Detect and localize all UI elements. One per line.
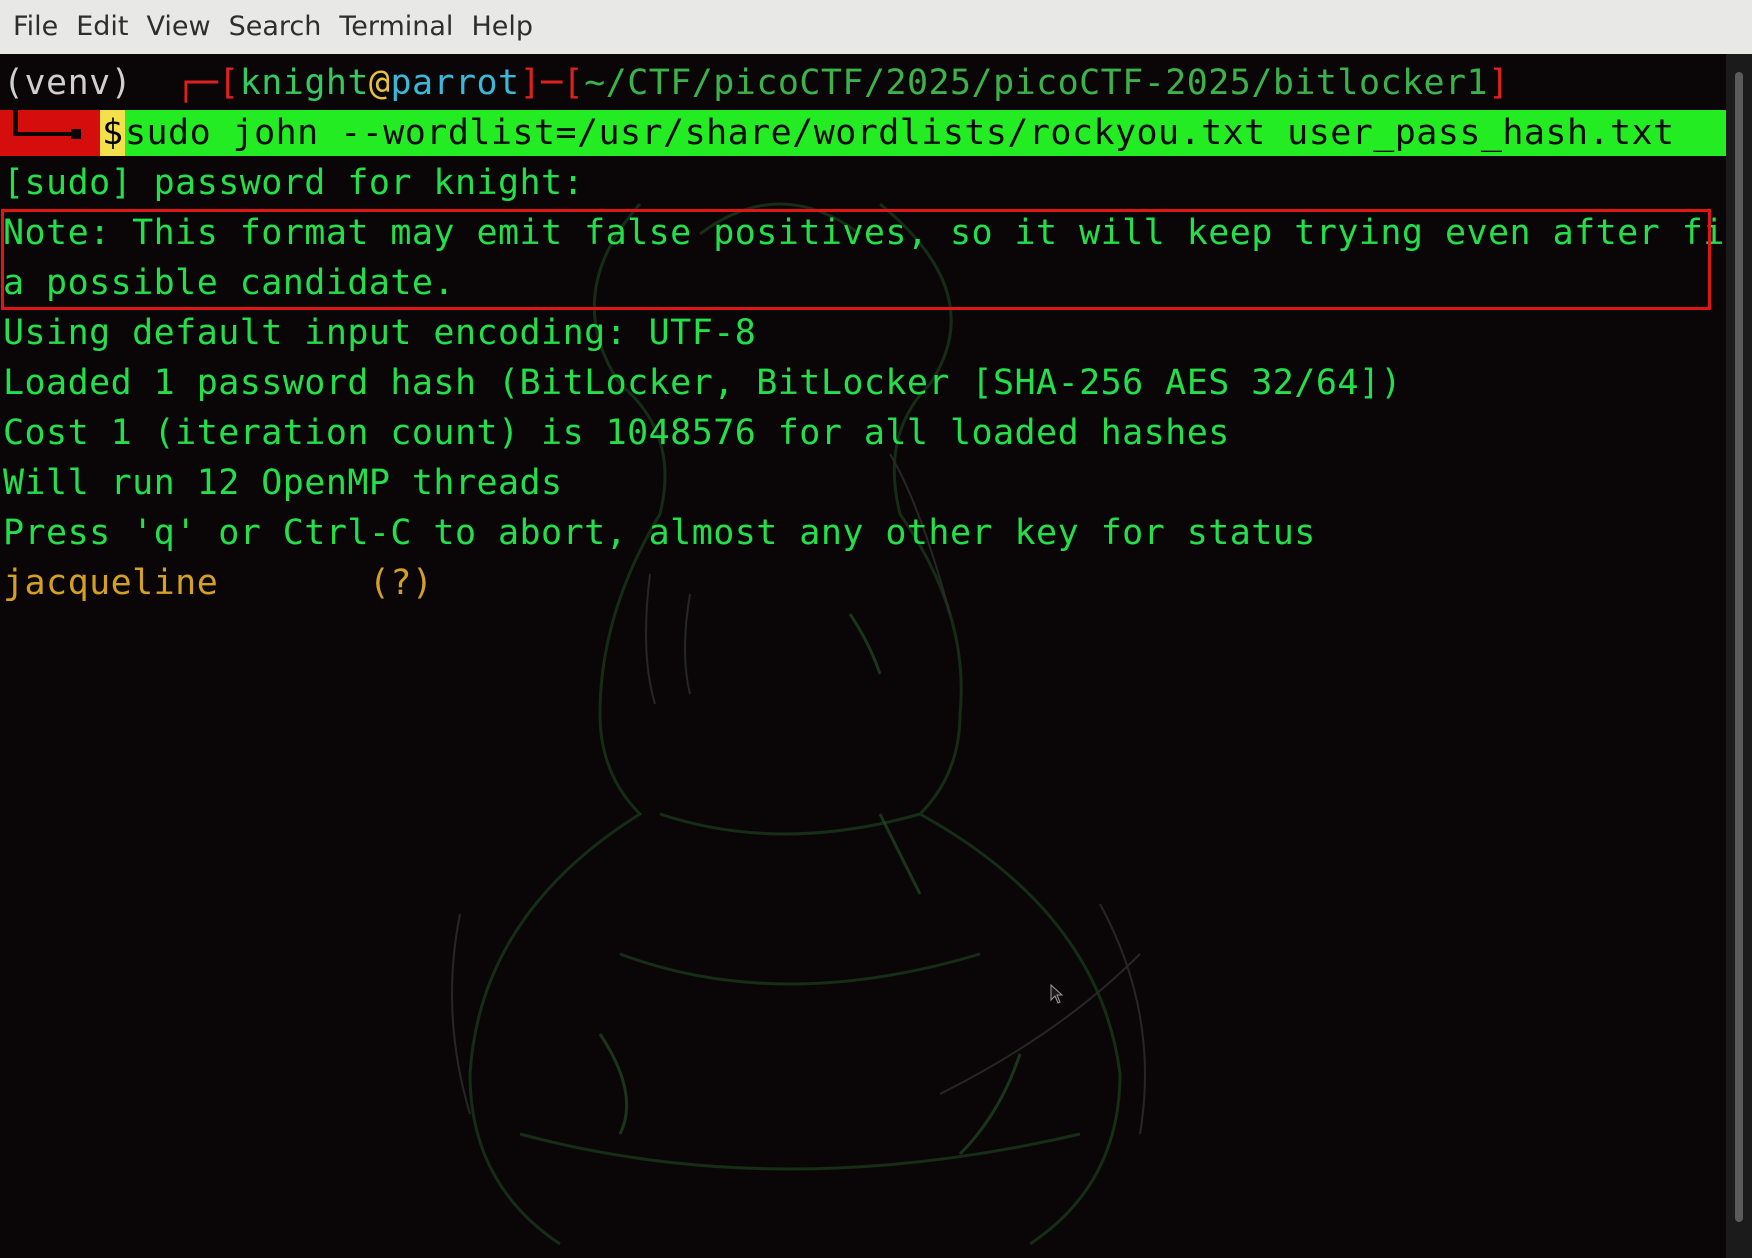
prompt-separator: ]─[ [519, 63, 585, 103]
menu-search[interactable]: Search [220, 0, 331, 54]
prompt-close-bracket: ] [1488, 63, 1510, 103]
terminal-output: (venv) ┌─[knight@parrot]─[~/CTF/picoCTF/… [0, 58, 1726, 608]
prompt-at: @ [368, 63, 391, 103]
cost-line: Cost 1 (iteration count) is 1048576 for … [3, 413, 1230, 453]
command-line: $ sudo john --wordlist=/usr/share/wordli… [0, 108, 1726, 158]
prompt-user: knight [239, 63, 369, 103]
found-password-line: jacqueline (?) [3, 558, 1723, 608]
found-user: (?) [218, 563, 434, 603]
press-key-line: Press 'q' or Ctrl-C to abort, almost any… [3, 513, 1316, 553]
prompt-arrow-horizontal [13, 132, 75, 136]
menu-terminal[interactable]: Terminal [330, 0, 462, 54]
prompt-arrow-vertical [13, 108, 18, 132]
prompt-dollar: $ [100, 110, 125, 156]
vertical-scrollbar[interactable] [1726, 54, 1752, 1258]
terminal-area[interactable]: (venv) ┌─[knight@parrot]─[~/CTF/picoCTF/… [0, 54, 1726, 1258]
venv-label: (venv) [3, 63, 154, 103]
loaded-hash-line: Loaded 1 password hash (BitLocker, BitLo… [3, 363, 1402, 403]
prompt-host: parrot [390, 63, 520, 103]
prompt-arrow-tip [71, 129, 81, 139]
command-text: sudo john --wordlist=/usr/share/wordlist… [125, 113, 1675, 153]
scrollbar-thumb[interactable] [1735, 72, 1743, 1222]
menu-help[interactable]: Help [462, 0, 542, 54]
encoding-line: Using default input encoding: UTF-8 [3, 313, 757, 353]
menu-edit[interactable]: Edit [67, 0, 137, 54]
mouse-pointer-icon [1050, 984, 1064, 1004]
prompt-open-bracket: [ [218, 63, 240, 103]
sudo-prompt-line: [sudo] password for knight: [3, 163, 606, 203]
threads-line: Will run 12 OpenMP threads [3, 463, 563, 503]
terminal-window: File Edit View Search Terminal Help (ven… [0, 0, 1752, 1258]
note-annotation-box [1, 209, 1711, 310]
menu-file[interactable]: File [4, 0, 67, 54]
prompt-line: (venv) ┌─[knight@parrot]─[~/CTF/picoCTF/… [3, 58, 1723, 108]
found-password: jacqueline [3, 563, 219, 603]
menu-bar: File Edit View Search Terminal Help [0, 0, 1752, 54]
prompt-path: ~/CTF/picoCTF/2025/picoCTF-2025/bitlocke… [584, 63, 1489, 103]
prompt-corner: ┌─ [175, 63, 219, 103]
menu-view[interactable]: View [137, 0, 219, 54]
